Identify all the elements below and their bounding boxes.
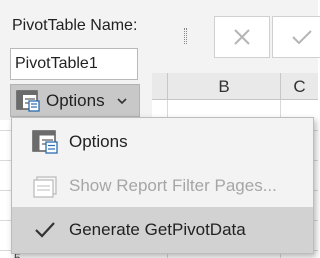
pivottable-name-input[interactable]: [10, 48, 138, 80]
column-header-c[interactable]: C: [280, 73, 318, 100]
menu-item-label: Show Report Filter Pages...: [69, 176, 277, 195]
pivot-options-icon: [16, 89, 40, 112]
formula-bar-resize-grip[interactable]: [184, 28, 187, 44]
menu-item-label: Generate GetPivotData: [69, 220, 246, 239]
column-header-b[interactable]: B: [167, 73, 280, 100]
pivot-options-icon: [32, 130, 58, 154]
menu-item-options[interactable]: Options: [12, 120, 313, 164]
menu-item-show-report-filter-pages[interactable]: Show Report Filter Pages...: [12, 164, 313, 208]
enter-entry-button[interactable]: [272, 16, 320, 58]
cancel-entry-button[interactable]: [214, 16, 270, 58]
menu-item-generate-getpivotdata[interactable]: Generate GetPivotData: [12, 207, 313, 253]
options-dropdown-menu: Options Show Report Filter Pages... Gene…: [11, 117, 314, 254]
checkmark-icon: [292, 30, 312, 45]
close-icon: [234, 29, 250, 45]
options-button-label: Options: [46, 90, 105, 110]
options-dropdown-button[interactable]: Options: [10, 84, 140, 117]
checkmark-icon: [35, 222, 55, 238]
chevron-down-icon: [117, 97, 127, 104]
report-filter-pages-icon: [33, 176, 57, 198]
menu-item-label: Options: [69, 132, 128, 151]
pivottable-name-label: PivotTable Name:: [12, 17, 138, 34]
